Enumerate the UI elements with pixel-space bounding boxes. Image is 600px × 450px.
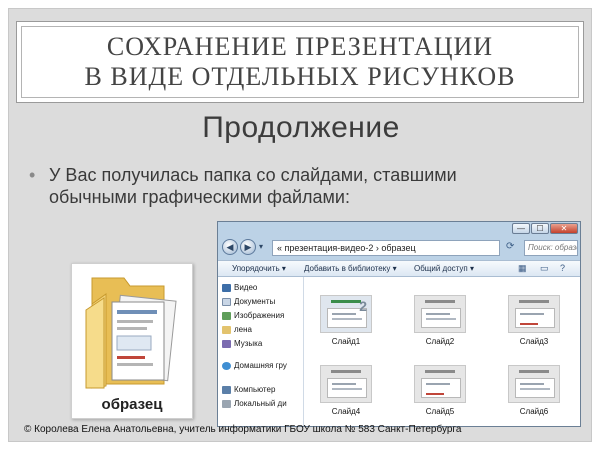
bullet-text-line-1: У Вас получилась папка со слайдами, став… xyxy=(49,165,457,185)
sidebar-item-label: Компьютер xyxy=(234,385,276,394)
title-frame: Сохранение презентации в виде отдельных … xyxy=(21,26,579,98)
sidebar-item-label: Документы xyxy=(234,297,276,306)
search-input[interactable]: Поиск: образец xyxy=(524,240,578,256)
address-row: ◀ ▶ ▾ « презентация-видео-2 › образец ⟳ … xyxy=(218,237,580,259)
back-button[interactable]: ◀ xyxy=(222,239,238,255)
view-options-icon[interactable]: ▦ xyxy=(518,263,527,274)
preview-pane-icon[interactable]: ▭ xyxy=(540,263,549,274)
sidebar-item-homegroup[interactable]: Домашняя гру xyxy=(222,361,287,370)
forward-button[interactable]: ▶ xyxy=(240,239,256,255)
slide5-thumbnail[interactable] xyxy=(414,365,466,403)
file-list: 2 Слайд1 Слайд2 Слайд3 Слайд4 Слайд5 Сла… xyxy=(304,277,580,426)
maximize-button[interactable]: ☐ xyxy=(531,223,549,234)
title-line-2: в виде отдельных рисунков xyxy=(84,62,516,91)
file-name-label: Слайд1 xyxy=(331,337,361,346)
close-button[interactable]: ✕ xyxy=(550,223,578,234)
bullet-dot-icon: • xyxy=(29,165,36,185)
slide1-thumbnail[interactable]: 2 xyxy=(320,295,372,333)
footer-credit: © Королева Елена Анатольевна, учитель ин… xyxy=(24,424,462,435)
sidebar-item-pictures[interactable]: Изображения xyxy=(222,311,284,320)
file-name-label: Слайд5 xyxy=(425,407,455,416)
sidebar-item-computer[interactable]: Компьютер xyxy=(222,385,275,394)
subtitle: Продолжение xyxy=(202,111,400,144)
sidebar-item-music[interactable]: Музыка xyxy=(222,339,262,348)
sidebar-item-documents[interactable]: Документы xyxy=(222,297,275,306)
slide: Сохранение презентации в виде отдельных … xyxy=(8,8,592,442)
folder-label: образец xyxy=(101,396,163,413)
sidebar-item-label: Изображения xyxy=(234,311,285,320)
sidebar-item-label: Домашняя гру xyxy=(234,361,287,370)
folder-icon xyxy=(222,325,231,334)
sidebar-item-label: лена xyxy=(234,325,252,334)
address-bar[interactable]: « презентация-видео-2 › образец xyxy=(272,240,500,256)
pictures-library-icon xyxy=(222,311,231,320)
file-name-label: Слайд3 xyxy=(519,337,549,346)
sidebar-item-label: Видео xyxy=(234,283,258,292)
sidebar-item-label: Музыка xyxy=(234,339,263,348)
sidebar-item-label: Локальный ди xyxy=(234,399,287,408)
slide2-thumbnail[interactable] xyxy=(414,295,466,333)
video-library-icon xyxy=(222,283,231,292)
homegroup-icon xyxy=(222,361,231,370)
explorer-window: — ☐ ✕ ◀ ▶ ▾ « презентация-видео-2 › обра… xyxy=(217,221,581,427)
file-name-label: Слайд6 xyxy=(519,407,549,416)
minimize-button[interactable]: — xyxy=(512,223,530,234)
add-to-library-menu[interactable]: Добавить в библиотеку ▾ xyxy=(304,264,397,273)
documents-library-icon xyxy=(222,297,231,306)
sidebar-item-local-disk[interactable]: Локальный ди xyxy=(222,399,287,408)
toolbar: Упорядочить ▾ Добавить в библиотеку ▾ Об… xyxy=(218,260,580,277)
title-line-1: Сохранение презентации xyxy=(106,32,494,61)
help-icon[interactable]: ? xyxy=(560,263,565,273)
sidebar-item-lena[interactable]: лена xyxy=(222,325,252,334)
slide3-thumbnail[interactable] xyxy=(508,295,560,333)
file-name-label: Слайд2 xyxy=(425,337,455,346)
file-name-label: Слайд4 xyxy=(331,407,361,416)
titlebar: — ☐ ✕ xyxy=(218,222,580,236)
computer-icon xyxy=(222,385,231,394)
title-box: Сохранение презентации в виде отдельных … xyxy=(16,21,584,103)
folder-icon xyxy=(85,277,177,389)
sidebar-item-video[interactable]: Видео xyxy=(222,283,257,292)
navigation-pane: Видео Документы Изображения лена Музыка … xyxy=(218,277,304,426)
bullet-text-line-2: обычными графическими файлами: xyxy=(49,187,350,207)
organize-menu[interactable]: Упорядочить ▾ xyxy=(232,264,286,273)
slide6-thumbnail[interactable] xyxy=(508,365,560,403)
share-menu[interactable]: Общий доступ ▾ xyxy=(414,264,474,273)
music-library-icon xyxy=(222,339,231,348)
folder-card: образец xyxy=(71,263,193,419)
refresh-icon[interactable]: ⟳ xyxy=(506,241,514,252)
slide4-thumbnail[interactable] xyxy=(320,365,372,403)
recent-pages-chevron-icon[interactable]: ▾ xyxy=(259,242,263,251)
drive-icon xyxy=(222,399,231,408)
bullet-item: • У Вас получилась папка со слайдами, ст… xyxy=(29,164,569,208)
